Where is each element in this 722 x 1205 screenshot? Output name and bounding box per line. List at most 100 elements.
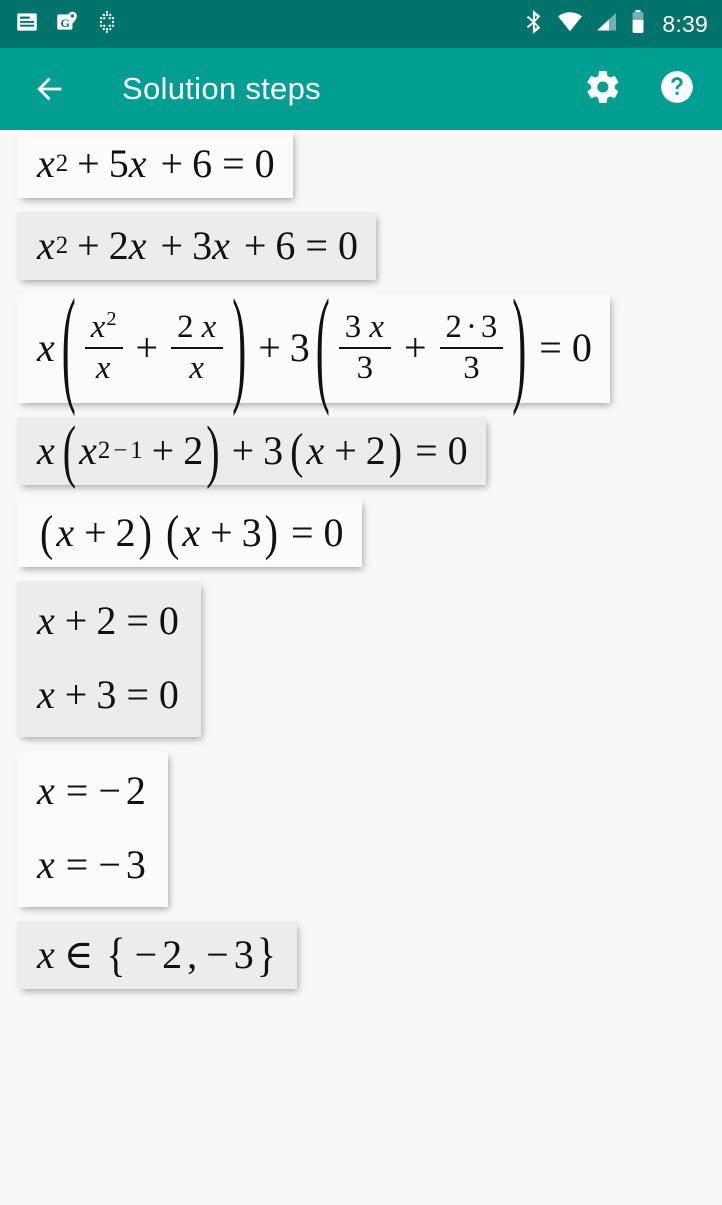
back-button[interactable]: [22, 61, 78, 117]
math-variable: x: [182, 509, 201, 555]
math-variable: x: [37, 427, 55, 473]
math-number: 2: [115, 509, 136, 555]
cellular-signal-icon: [595, 9, 619, 40]
math-variable: x: [37, 223, 55, 268]
step-card-6[interactable]: x + 2 = 0 x + 3 = 0: [17, 580, 201, 737]
help-circle-icon: [658, 68, 696, 111]
wifi-icon: [556, 9, 584, 40]
fraction-numerator: 2 x: [171, 308, 223, 347]
math-number: 0: [323, 509, 344, 555]
google-maps-pin-icon: G: [54, 9, 80, 40]
math-operator: +: [77, 141, 100, 186]
math-number: 2: [108, 223, 129, 268]
math-number: 0: [158, 671, 179, 717]
math-variable: x: [37, 141, 55, 186]
news-article-icon: [14, 9, 40, 40]
math-number: 2: [177, 309, 194, 345]
equation-line: x2 + 2 x + 3 x + 6 = 0: [37, 223, 358, 268]
math-operator: +: [151, 427, 175, 473]
math-variable: x: [56, 509, 75, 555]
left-paren: (: [165, 504, 180, 561]
math-operator: +: [135, 325, 159, 371]
math-number: 3: [289, 325, 310, 371]
step-card-2[interactable]: x2 + 2 x + 3 x + 6 = 0: [17, 212, 376, 280]
left-brace: {: [106, 927, 126, 982]
math-operator: +: [64, 671, 88, 717]
gear-icon: [584, 68, 622, 111]
right-paren: ): [206, 410, 220, 490]
fraction-numerator: x2: [85, 308, 123, 347]
math-variable: x: [201, 309, 217, 345]
math-exponent-base: 2: [97, 436, 111, 464]
math-minus: −: [98, 841, 121, 887]
math-operator: +: [84, 509, 107, 555]
step-card-7[interactable]: x = − 2 x = − 3: [17, 750, 168, 907]
status-bar-system-icons: 8:39: [523, 9, 708, 40]
equation-line: x + 3 = 0: [37, 671, 179, 717]
left-paren: (: [315, 277, 330, 420]
equation-line: x = − 2: [37, 767, 146, 813]
step-card-5[interactable]: ( x + 2 ) ( x + 3 ) = 0: [17, 498, 362, 567]
step-card-wrapper: x2 + 2 x + 3 x + 6 = 0: [0, 212, 722, 294]
math-number: 0: [337, 223, 358, 268]
element-of-icon: ∈: [63, 931, 94, 977]
math-equals: =: [305, 223, 328, 268]
fraction: 3 x 3: [338, 308, 391, 389]
app-screen: G 8:39 Solution steps x 2 + 5 x + 6 = 0 …: [0, 0, 722, 1205]
solution-steps-list[interactable]: x2 + 5 x + 6 = 0 x2 + 2 x + 3 x + 6 = 0 …: [0, 130, 722, 1205]
math-equals: =: [539, 325, 562, 371]
math-equals: =: [126, 671, 149, 717]
math-operator: +: [160, 141, 184, 186]
help-button[interactable]: [654, 66, 700, 112]
math-number: 3: [241, 509, 262, 555]
fraction: 2 · 3 3: [439, 308, 504, 389]
math-variable: x: [306, 427, 325, 473]
math-number: 2: [162, 931, 183, 977]
right-paren: ): [388, 422, 403, 479]
math-number: 3: [480, 309, 498, 345]
left-paren: (: [62, 410, 77, 490]
math-equals: =: [65, 767, 89, 813]
left-paren: (: [290, 422, 304, 479]
right-paren: ): [232, 277, 247, 420]
math-number: 2: [365, 427, 386, 473]
math-minus: −: [98, 767, 121, 813]
math-equals: =: [415, 427, 438, 473]
fraction-numerator: 2 · 3: [440, 308, 504, 347]
math-dot-operator: ·: [465, 309, 477, 345]
page-title: Solution steps: [122, 71, 321, 106]
math-number: 3: [263, 427, 284, 473]
step-card-8[interactable]: x ∈ { − 2 , − 3 }: [17, 920, 297, 989]
math-operator: +: [64, 597, 88, 643]
math-operator: +: [77, 223, 100, 268]
math-minus: −: [113, 436, 128, 464]
fitness-dots-icon: [94, 9, 120, 40]
right-paren: ): [138, 504, 152, 561]
math-number: 0: [571, 325, 592, 371]
step-card-3[interactable]: x ( x2 x + 2 x x ) + 3 (3 x 3 + 2 · 3 3…: [17, 283, 610, 414]
math-variable: x: [37, 325, 55, 371]
math-comma: ,: [187, 931, 198, 977]
math-variable: x: [128, 223, 147, 268]
step-card-1[interactable]: x2 + 5 x + 6 = 0: [17, 130, 293, 198]
math-equals: =: [126, 597, 149, 643]
math-number: 0: [254, 141, 275, 186]
right-brace: }: [256, 927, 276, 982]
equation-line: x = − 3: [37, 841, 146, 887]
math-number: 5: [108, 141, 129, 186]
step-card-4[interactable]: x ( x 2−1 + 2 ) + 3 ( x + 2 ) = 0: [17, 410, 486, 490]
settings-button[interactable]: [580, 66, 626, 112]
right-paren: ): [512, 277, 527, 420]
left-paren: (: [61, 277, 76, 420]
equation-line: x + 2 = 0: [37, 597, 179, 643]
fraction-denominator: 3: [457, 349, 485, 388]
bluetooth-icon: [523, 9, 545, 40]
equation-line: ( x + 2 ) ( x + 3 ) = 0: [37, 507, 344, 557]
battery-icon: [630, 9, 646, 40]
math-number: 3: [356, 350, 374, 387]
fraction-denominator: x: [90, 349, 118, 388]
step-card-wrapper: x2 + 5 x + 6 = 0: [0, 130, 722, 212]
math-variable: x: [37, 931, 55, 977]
status-bar-clock: 8:39: [662, 10, 708, 37]
math-number: 1: [130, 436, 143, 464]
